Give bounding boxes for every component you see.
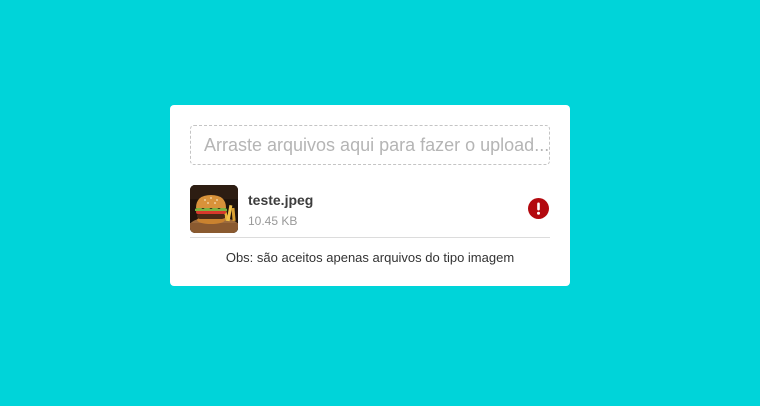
file-type-note: Obs: são aceitos apenas arquivos do tipo… bbox=[225, 250, 515, 265]
file-name: teste.jpeg bbox=[248, 192, 314, 208]
upload-card: Arraste arquivos aqui para fazer o uploa… bbox=[170, 105, 570, 286]
file-size: 10.45 KB bbox=[248, 214, 298, 228]
dropzone-label: Arraste arquivos aqui para fazer o uploa… bbox=[204, 134, 550, 155]
burger-image-icon bbox=[190, 185, 238, 233]
file-thumbnail bbox=[190, 185, 238, 233]
exclamation-icon bbox=[537, 202, 540, 215]
upload-dropzone[interactable]: Arraste arquivos aqui para fazer o uploa… bbox=[190, 125, 550, 165]
error-icon[interactable] bbox=[528, 198, 549, 219]
file-list-item: teste.jpeg 10.45 KB bbox=[190, 185, 550, 238]
